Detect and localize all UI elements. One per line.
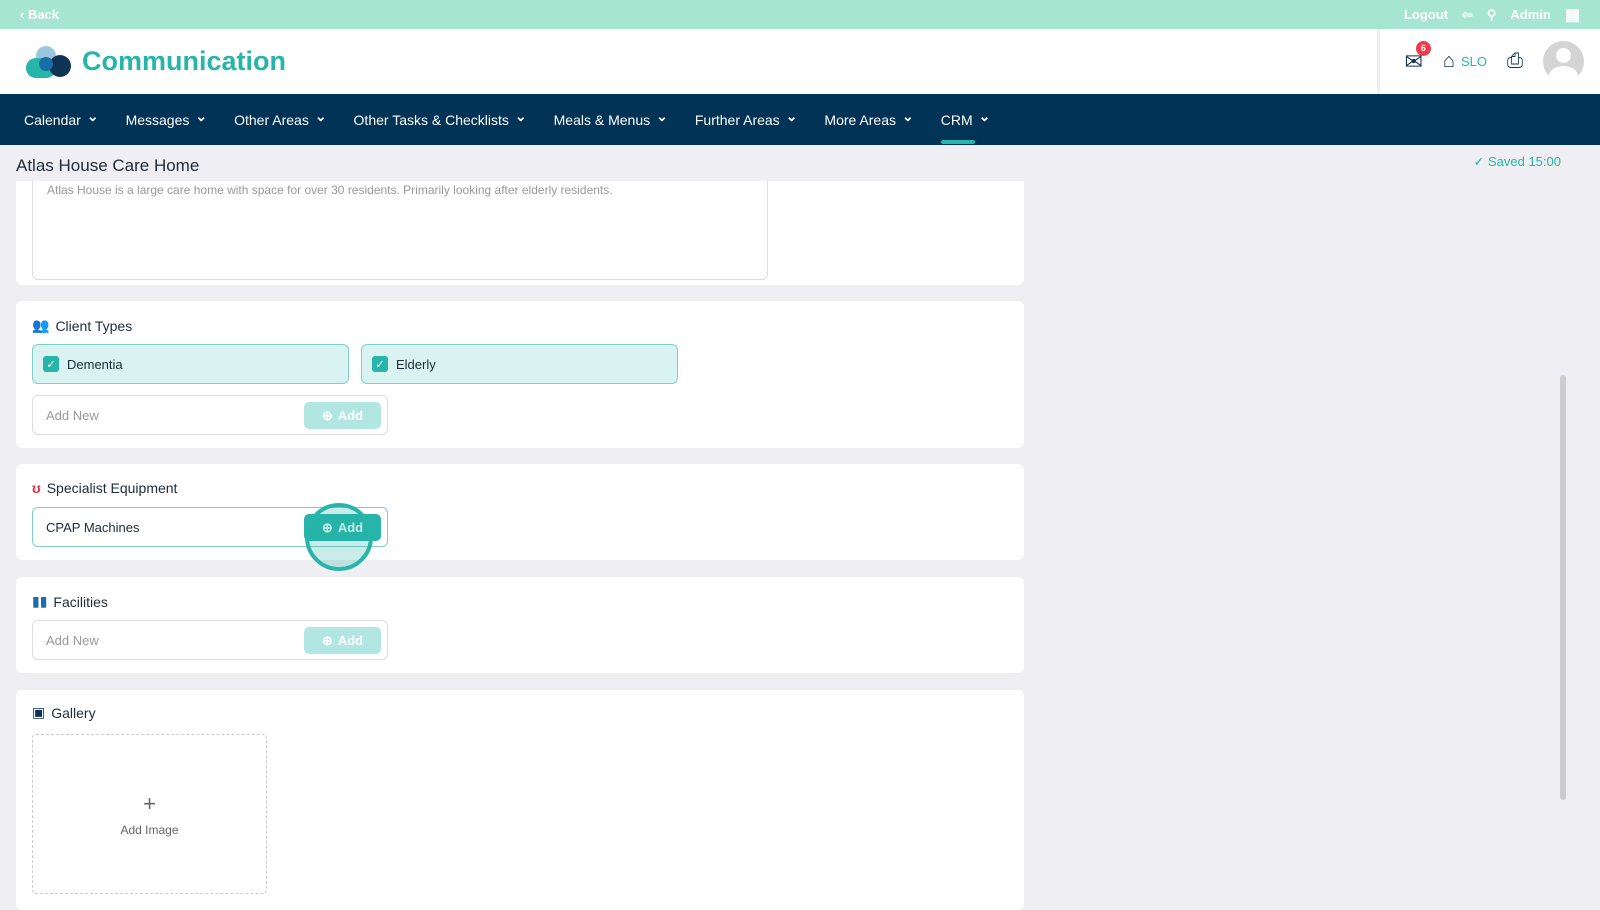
input-value: CPAP Machines [46,519,140,535]
chevron-down-icon: ⌄ [978,108,991,124]
home-label: SLO [1460,54,1487,69]
client-type-chip[interactable]: ✓ Dementia [32,344,349,384]
placeholder: Add New [46,632,99,648]
checkbox-checked-icon[interactable]: ✓ [372,356,388,372]
stethoscope-icon: ʊ [32,480,41,496]
add-facility-button[interactable]: ⊕ Add [304,627,381,654]
logout-icon[interactable]: ⇦ [1462,7,1473,23]
nav-item-other-tasks-checklists[interactable]: Other Tasks & Checklists ⌄ [354,94,527,145]
nav-item-calendar[interactable]: Calendar ⌄ [24,94,99,145]
page-title-bar: Atlas House Care Home ✓ Saved 15:00 [0,145,1600,181]
nav-item-more-areas[interactable]: More Areas ⌄ [824,94,913,145]
header: Communication ✉ 6 ⌂ SLO ⎙ [0,29,1600,94]
placeholder: Add New [46,407,99,423]
nav-label: Messages [125,111,190,128]
chip-label: Dementia [67,356,123,372]
checkbox-checked-icon[interactable]: ✓ [43,356,59,372]
chevron-down-icon: ⌄ [314,108,327,124]
app-title: Communication [82,46,287,76]
click-indicator [305,503,373,571]
add-client-type-button[interactable]: ⊕ Add [304,402,381,429]
main-nav: Calendar ⌄ Messages ⌄ Other Areas ⌄ Other Task… [0,94,1600,145]
plus-icon: + [143,791,156,816]
mail-button[interactable]: ✉ 6 [1404,40,1431,75]
client-type-chip[interactable]: ✓ Elderly [361,344,678,384]
back-link[interactable]: ‹ Back [20,7,59,22]
scrollbar[interactable] [1560,375,1566,800]
nav-label: Further Areas [694,111,780,128]
logout-link[interactable]: Logout [1404,7,1448,22]
chip-label: Elderly [396,356,436,372]
nav-item-meals-menus[interactable]: Meals & Menus ⌄ [554,94,668,145]
page-title: Atlas House Care Home [16,156,200,175]
plus-circle-icon: ⊕ [321,632,333,648]
print-icon[interactable]: ⎙ [1507,50,1523,73]
mail-badge: 6 [1415,40,1431,56]
plus-circle-icon: ⊕ [321,407,333,423]
equipment-title: Specialist Equipment [46,480,178,496]
nav-label: More Areas [824,111,897,128]
gallery-title: Gallery [51,704,96,721]
admin-link[interactable]: Admin [1510,7,1550,22]
nav-item-messages[interactable]: Messages ⌄ [126,94,208,145]
facilities-title: Facilities [53,593,108,610]
chevron-down-icon: ⌄ [86,108,99,124]
nav-label: CRM [940,111,973,128]
images-icon: ▣ [32,704,46,720]
nav-label: Other Areas [234,111,309,128]
nav-label: Calendar [24,111,81,128]
add-label: Add [337,633,364,648]
description-textarea[interactable]: Atlas House is a large care home with sp… [32,170,768,280]
nav-label: Other Tasks & Checklists [353,111,509,128]
saved-status: ✓ Saved 15:00 [1473,154,1561,169]
nav-label: Meals & Menus [553,111,651,128]
saved-text: Saved 15:00 [1487,154,1561,169]
facilities-card: ▮▮ Facilities Add New ⊕ Add [16,577,1024,673]
nav-item-crm[interactable]: CRM ⌄ [940,94,991,145]
home-icon: ⌂ [1442,50,1455,72]
facility-input[interactable]: Add New ⊕ Add [32,620,388,660]
apps-grid-icon[interactable]: ▦ [1565,5,1580,25]
add-image-dropzone[interactable]: + Add Image [32,734,267,894]
search-icon[interactable]: ⚲ [1487,7,1497,23]
client-types-card: 👥 Client Types ✓ Dementia ✓ Elderly Add New… [16,301,1024,448]
chevron-down-icon: ⌄ [514,108,527,124]
gallery-card: ▣ Gallery + Add Image [16,690,1024,910]
nav-item-further-areas[interactable]: Further Areas ⌄ [695,94,798,145]
chevron-down-icon: ⌄ [195,108,208,124]
people-icon: 👥 [32,317,50,333]
add-label: Add [337,408,364,423]
chevron-down-icon: ⌄ [902,108,914,124]
logo-icon [26,45,71,78]
buildings-icon: ▮▮ [32,593,48,609]
nav-item-other-areas[interactable]: Other Areas ⌄ [234,94,326,145]
top-bar: ‹ Back Logout ⇦ ⚲ Admin ▦ [0,0,1600,29]
specialist-equipment-card: ʊ Specialist Equipment CPAP Machines ⊕ Add [16,464,1024,560]
add-image-label: Add Image [120,823,179,837]
client-type-input[interactable]: Add New ⊕ Add [32,395,388,435]
chevron-down-icon: ⌄ [785,108,798,124]
avatar[interactable] [1543,41,1584,82]
client-types-title: Client Types [55,317,133,334]
chevron-down-icon: ⌄ [656,108,668,124]
home-button[interactable]: ⌂ SLO [1443,50,1487,73]
